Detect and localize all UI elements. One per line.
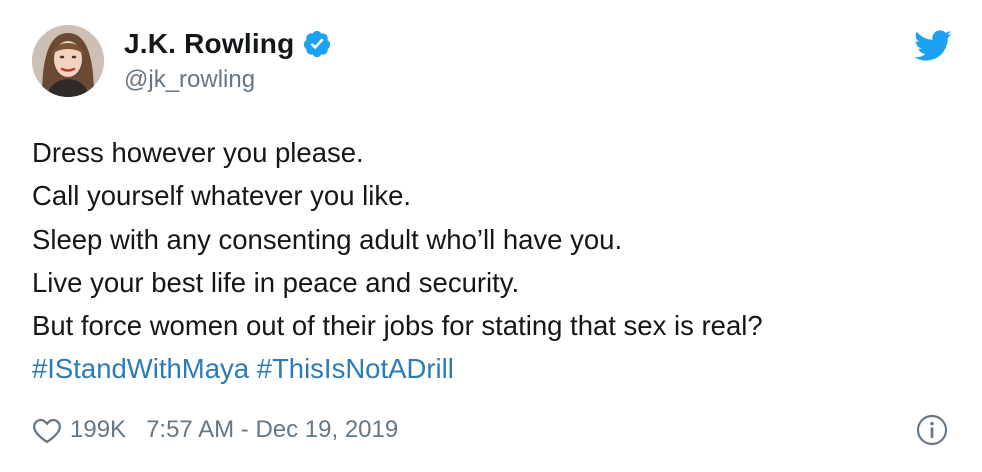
like-count: 199K	[70, 416, 127, 443]
hashtag-line: #IStandWithMaya #ThisIsNotADrill	[32, 347, 952, 390]
hashtag-thisisnotadrill[interactable]: #ThisIsNotADrill	[257, 353, 454, 384]
timestamp[interactable]: 7:57 AM - Dec 19, 2019	[146, 416, 398, 444]
tweet-text: Dress however you please. Call yourself …	[32, 131, 952, 391]
verified-badge-icon	[304, 30, 331, 58]
tweet-card: J.K. Rowling @jk_rowling Dress however y…	[0, 0, 982, 472]
tweet-line: Call yourself whatever you like.	[32, 180, 412, 212]
avatar[interactable]	[32, 25, 104, 97]
heart-icon[interactable]	[32, 416, 62, 444]
display-name[interactable]: J.K. Rowling	[124, 28, 294, 60]
user-handle[interactable]: @jk_rowling	[124, 66, 255, 94]
twitter-bird-icon[interactable]	[914, 30, 952, 62]
tweet-line: But force women out of their jobs for st…	[32, 310, 763, 342]
tweet-line: Dress however you please.	[32, 137, 364, 168]
tweet-footer: 199K 7:57 AM - Dec 19, 2019	[32, 412, 398, 448]
tweet-line: Sleep with any consenting adult who’ll h…	[32, 223, 623, 255]
hashtag-istandwithmaya[interactable]: #IStandWithMaya	[32, 353, 249, 384]
name-row: J.K. Rowling	[124, 26, 332, 62]
tweet-line: Live your best life in peace and securit…	[32, 266, 520, 298]
info-icon[interactable]	[916, 414, 948, 446]
avatar-photo	[32, 25, 104, 97]
